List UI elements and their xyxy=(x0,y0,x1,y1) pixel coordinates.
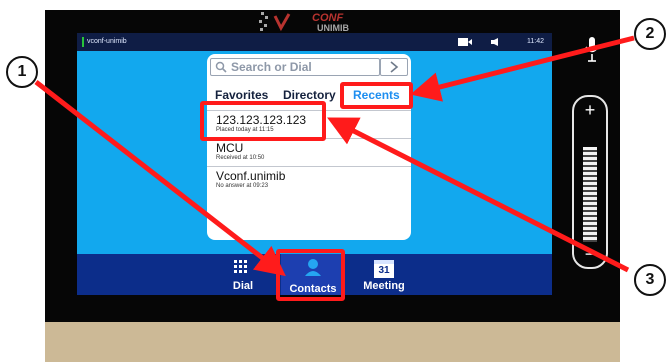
arrow-2 xyxy=(410,35,635,102)
annotation-arrows xyxy=(34,35,635,277)
arrow-3 xyxy=(327,117,630,273)
callout-1: 1 xyxy=(6,56,38,88)
callout-3: 3 xyxy=(634,264,666,296)
callout-2: 2 xyxy=(634,18,666,50)
arrow-1 xyxy=(34,80,286,277)
